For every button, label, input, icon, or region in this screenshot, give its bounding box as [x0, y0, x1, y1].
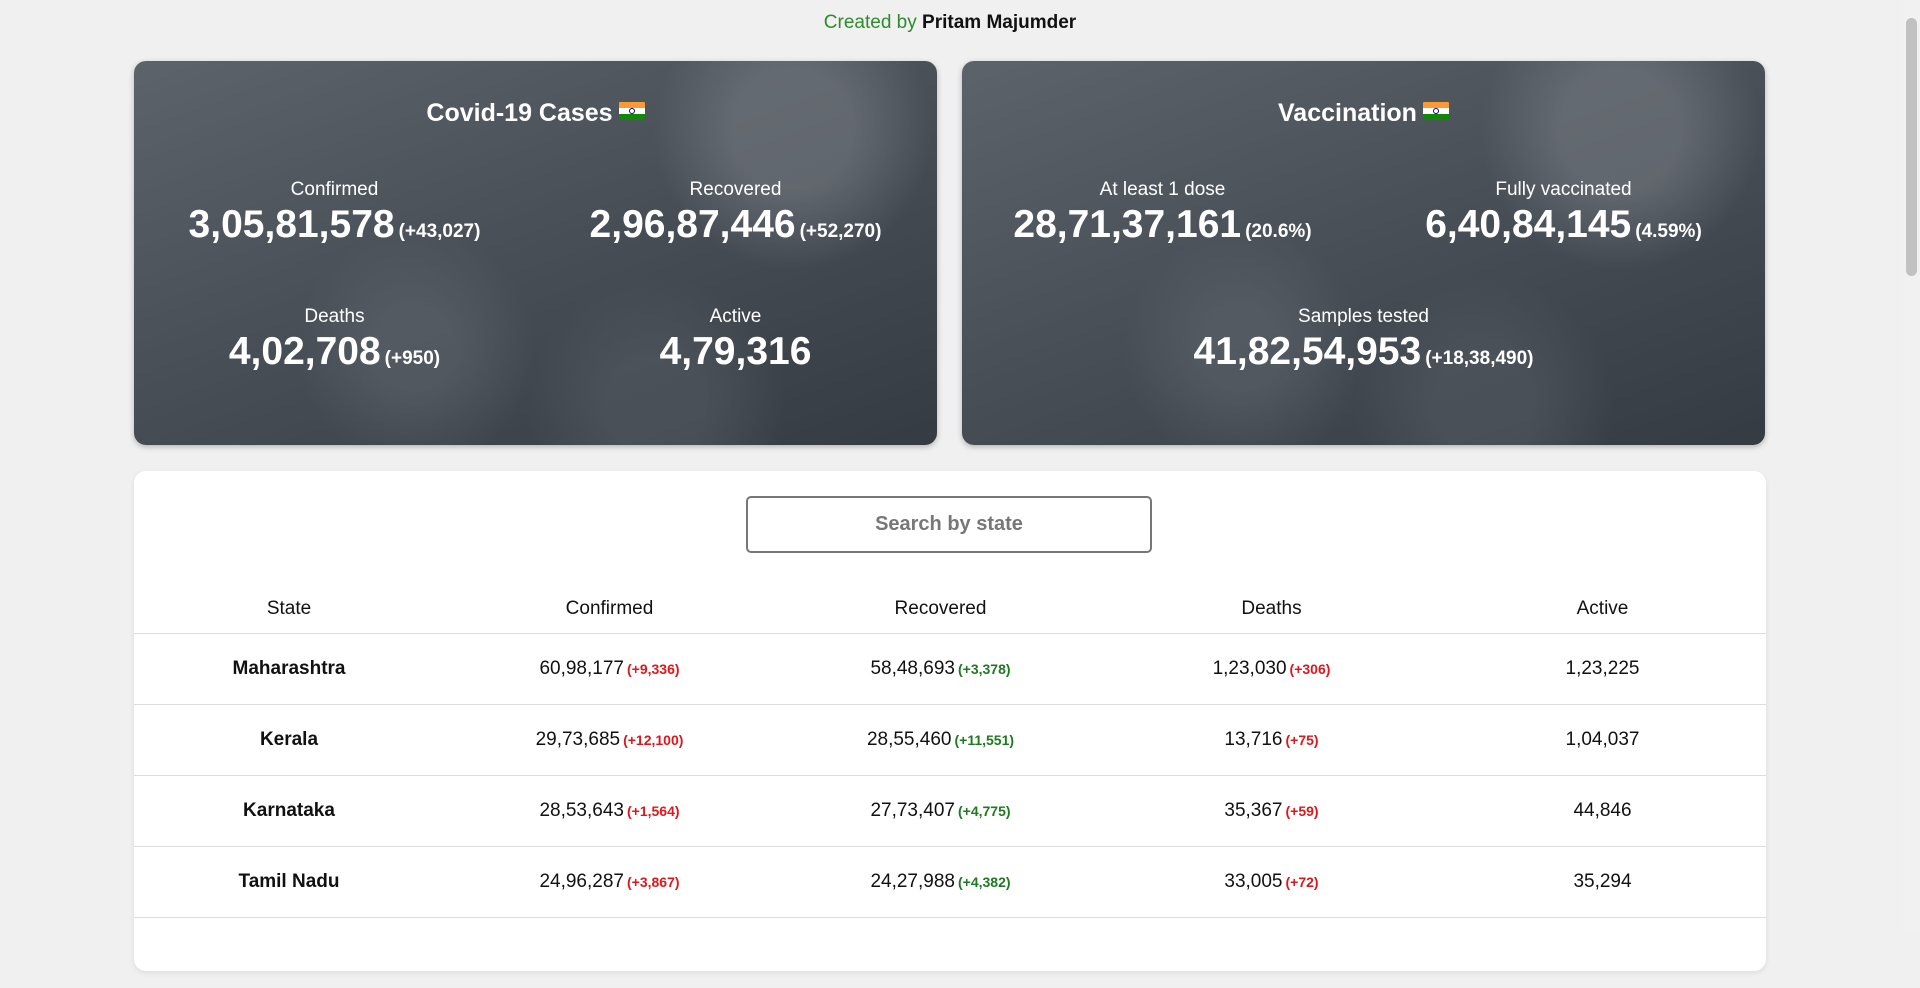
deaths-delta: (+59)	[1285, 803, 1319, 819]
stat-label: Active	[709, 306, 762, 327]
active-cell: 1,04,037	[1565, 729, 1640, 750]
state-name: Kerala	[259, 729, 319, 750]
search-input[interactable]	[746, 496, 1152, 553]
deaths-stat: Deaths 4,02,708 (+950)	[134, 306, 535, 374]
confirmed-cell: 29,73,685 (+12,100)	[535, 729, 684, 750]
active-cell: 35,294	[1573, 871, 1632, 892]
deaths-delta: (+75)	[1285, 732, 1319, 748]
active-stat: Active 4,79,316	[535, 306, 936, 374]
recovered-cell: 24,27,988 (+4,382)	[870, 871, 1011, 892]
header-active[interactable]: Active	[1437, 598, 1768, 620]
stat-value: 4,02,708	[228, 330, 381, 373]
stat-value: 41,82,54,953	[1193, 330, 1422, 373]
recovered-stat: Recovered 2,96,87,446 (+52,270)	[535, 179, 936, 247]
table-header: State Confirmed Recovered Deaths Active	[134, 589, 1766, 629]
stat-label: At least 1 dose	[1099, 179, 1226, 200]
deaths-cell: 35,367 (+59)	[1224, 800, 1319, 821]
recovered-cell: 28,55,460 (+11,551)	[866, 729, 1015, 750]
deaths-cell: 33,005 (+72)	[1224, 871, 1319, 892]
recovered-delta: (+4,775)	[957, 803, 1011, 819]
header-state[interactable]: State	[134, 598, 444, 620]
page-scrollbar[interactable]	[1903, 0, 1920, 934]
confirmed-cell: 24,96,287 (+3,867)	[539, 871, 680, 892]
header-recovered[interactable]: Recovered	[775, 598, 1106, 620]
header-deaths[interactable]: Deaths	[1106, 598, 1437, 620]
confirmed-delta: (+1,564)	[626, 803, 680, 819]
deaths-cell: 1,23,030 (+306)	[1212, 658, 1331, 679]
confirmed-delta: (+3,867)	[626, 874, 680, 890]
header-confirmed[interactable]: Confirmed	[444, 598, 775, 620]
recovered-delta: (+4,382)	[957, 874, 1011, 890]
credit-prefix: Created by	[823, 12, 917, 33]
confirmed-delta: (+9,336)	[626, 661, 680, 677]
credit-author: Pritam Majumder	[922, 12, 1077, 33]
deaths-delta: (+306)	[1289, 661, 1331, 677]
vaccination-title: Vaccination	[962, 99, 1765, 128]
table-row	[134, 917, 1766, 988]
deaths-cell: 13,716 (+75)	[1224, 729, 1319, 750]
recovered-cell: 27,73,407 (+4,775)	[870, 800, 1011, 821]
stat-delta: (4.59%)	[1635, 221, 1702, 242]
stat-label: Confirmed	[290, 179, 379, 200]
table-row: Tamil Nadu 24,96,287 (+3,867) 24,27,988 (+…	[134, 846, 1766, 917]
india-flag-icon	[618, 102, 645, 120]
state-table-panel: State Confirmed Recovered Deaths Active …	[134, 471, 1766, 971]
covid-cases-card: Covid-19 Cases Confirmed 3,05,81,578 (+43…	[134, 61, 937, 445]
credit-line: Created by Pritam Majumder	[0, 12, 1900, 34]
state-name: Maharashtra	[232, 658, 346, 679]
recovered-cell: 58,48,693 (+3,378)	[870, 658, 1011, 679]
stat-value: 28,71,37,161	[1013, 203, 1242, 246]
confirmed-stat: Confirmed 3,05,81,578 (+43,027)	[134, 179, 535, 247]
stat-delta: (+950)	[384, 348, 441, 369]
stat-label: Fully vaccinated	[1495, 179, 1632, 200]
confirmed-cell: 60,98,177 (+9,336)	[539, 658, 680, 679]
confirmed-delta: (+12,100)	[623, 732, 684, 748]
deaths-delta: (+72)	[1285, 874, 1319, 890]
table-row: Karnataka 28,53,643 (+1,564) 27,73,407 (+4…	[134, 775, 1766, 846]
stat-delta: (20.6%)	[1245, 221, 1312, 242]
recovered-delta: (+11,551)	[954, 732, 1015, 748]
samples-tested-stat: Samples tested 41,82,54,953 (+18,38,490)	[962, 306, 1765, 374]
confirmed-cell: 28,53,643 (+1,564)	[539, 800, 680, 821]
india-flag-icon	[1422, 102, 1449, 120]
stat-value: 3,05,81,578	[188, 203, 395, 246]
active-cell: 44,846	[1573, 800, 1632, 821]
stat-label: Samples tested	[1298, 306, 1429, 327]
stat-delta: (+18,38,490)	[1425, 348, 1534, 369]
scrollbar-thumb[interactable]	[1906, 18, 1917, 276]
one-dose-stat: At least 1 dose 28,71,37,161 (20.6%)	[962, 179, 1363, 247]
vaccination-card: Vaccination At least 1 dose 28,71,37,161…	[962, 61, 1765, 445]
state-name: Karnataka	[243, 800, 335, 821]
active-cell: 1,23,225	[1565, 658, 1640, 679]
stat-delta: (+43,027)	[398, 221, 481, 242]
recovered-delta: (+3,378)	[957, 661, 1011, 677]
stat-value: 6,40,84,145	[1425, 203, 1632, 246]
table-row: Kerala 29,73,685 (+12,100) 28,55,460 (+11,…	[134, 704, 1766, 775]
table-row: Maharashtra 60,98,177 (+9,336) 58,48,693(…	[134, 633, 1766, 704]
stat-label: Deaths	[304, 306, 365, 327]
fully-vaccinated-stat: Fully vaccinated 6,40,84,145 (4.59%)	[1363, 179, 1764, 247]
state-name: Tamil Nadu	[238, 871, 340, 892]
stat-delta: (+52,270)	[799, 221, 882, 242]
cases-title: Covid-19 Cases	[134, 99, 937, 128]
stat-value: 4,79,316	[659, 330, 812, 373]
stat-label: Recovered	[689, 179, 782, 200]
stat-value: 2,96,87,446	[589, 203, 796, 246]
